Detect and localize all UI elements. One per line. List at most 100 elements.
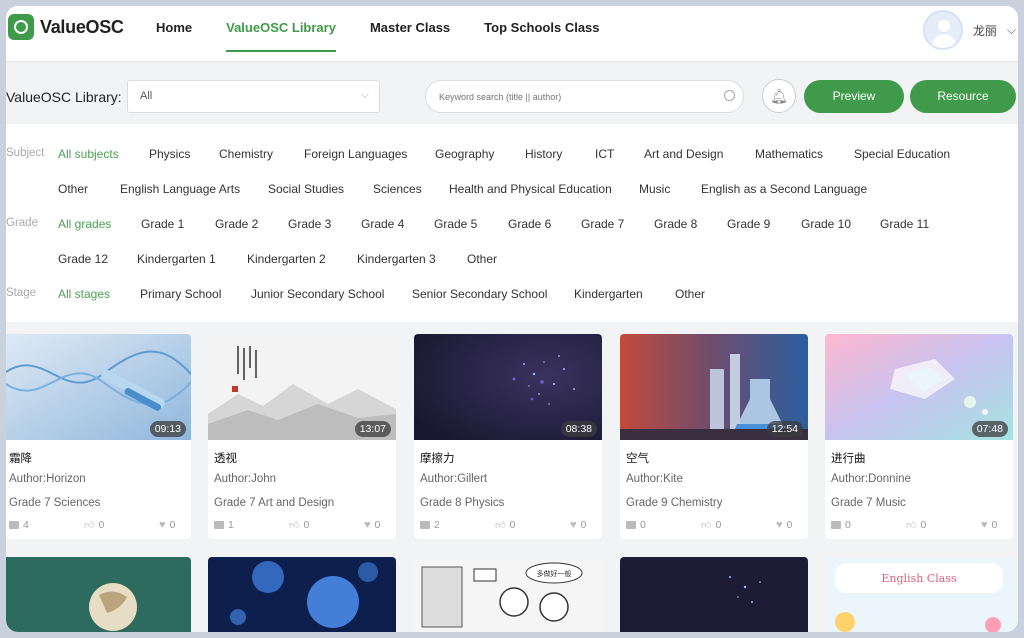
subject-filter-row-1: Subject All subjects Physics Chemistry F… [6, 138, 1018, 168]
heart-icon: ♥ [776, 519, 783, 531]
filter-subject-item[interactable]: All subjects [58, 147, 119, 161]
favorite-count[interactable]: ♥ 0 [159, 519, 175, 531]
search-input[interactable] [426, 81, 706, 112]
english-class-banner: English Class [881, 572, 957, 585]
avatar[interactable] [922, 10, 963, 50]
filter-subject-item[interactable]: Social Studies [268, 182, 344, 196]
favorite-count[interactable]: ♥ 0 [364, 519, 380, 531]
resource-card[interactable] [620, 557, 808, 632]
favorite-count[interactable]: ♥ 0 [776, 519, 792, 531]
like-count[interactable]: 👍︎ 0 [906, 519, 926, 531]
favorite-count[interactable]: ♥ 0 [570, 519, 586, 531]
video-thumbnail[interactable]: 12:54 [620, 334, 808, 440]
filter-stage-item[interactable]: Kindergarten [574, 287, 643, 301]
filter-grade-item[interactable]: Kindergarten 1 [137, 252, 216, 266]
nav-library[interactable]: ValueOSC Library [226, 6, 336, 52]
resource-card[interactable]: 08:38 摩擦力 Author:Gillert Grade 8 Physics… [414, 334, 602, 539]
card-grade-subject: Grade 7 Music [831, 497, 906, 509]
filter-grade-item[interactable]: Other [467, 252, 497, 266]
filter-stage-item[interactable]: Junior Secondary School [251, 287, 384, 301]
filter-subject-item[interactable]: English as a Second Language [701, 182, 867, 196]
filter-grade-item[interactable]: All grades [58, 217, 111, 231]
user-name[interactable]: 龙丽 [973, 22, 997, 39]
filter-grade-item[interactable]: Grade 8 [654, 217, 697, 231]
card-grade-subject: Grade 9 Chemistry [626, 497, 723, 509]
filter-subject-item[interactable]: Geography [435, 147, 494, 161]
filter-subject-item[interactable]: Physics [149, 147, 190, 161]
filter-stage-item[interactable]: Senior Secondary School [412, 287, 547, 301]
library-select[interactable]: All ⌵ [127, 80, 380, 113]
filter-subject-item[interactable]: Mathematics [755, 147, 823, 161]
resource-card[interactable]: 09:13 霜降 Author:Horizon Grade 7 Sciences… [6, 334, 191, 539]
filter-stage-item[interactable]: Primary School [140, 287, 221, 301]
filter-grade-item[interactable]: Grade 12 [58, 252, 108, 266]
bell-icon[interactable]: 🔔︎ [762, 79, 796, 113]
filter-subject-item[interactable]: Sciences [373, 182, 422, 196]
resource-card[interactable]: 07:48 进行曲 Author:Donnine Grade 7 Music 0… [825, 334, 1013, 539]
card-title[interactable]: 空气 [626, 450, 649, 466]
filter-grade-item[interactable]: Grade 3 [288, 217, 331, 231]
subject-label: Subject [6, 147, 45, 159]
nav-home[interactable]: Home [156, 6, 192, 62]
card-title[interactable]: 霜降 [9, 450, 32, 466]
card-title[interactable]: 进行曲 [831, 450, 866, 466]
resource-manage-button[interactable]: Resource manage [910, 80, 1016, 136]
resource-card[interactable] [6, 557, 191, 632]
card-stats: 2 👍︎ 0 ♥ 0 [420, 519, 596, 533]
filter-grade-item[interactable]: Grade 9 [727, 217, 770, 231]
video-thumbnail[interactable]: 08:38 [414, 334, 602, 440]
nav-master-class[interactable]: Master Class [370, 6, 450, 62]
filter-grade-item[interactable]: Kindergarten 2 [247, 252, 326, 266]
resource-card[interactable]: English Class [825, 557, 1013, 632]
video-thumbnail[interactable]: 13:07 [208, 334, 396, 440]
filter-grade-item[interactable]: Grade 2 [215, 217, 258, 231]
filter-subject-item[interactable]: Music [639, 182, 670, 196]
filter-grade-item[interactable]: Grade 4 [361, 217, 404, 231]
resource-card[interactable] [208, 557, 396, 632]
filter-subject-item[interactable]: Health and Physical Education [449, 182, 612, 196]
filter-grade-item[interactable]: Grade 7 [581, 217, 624, 231]
favorite-count[interactable]: ♥ 0 [981, 519, 997, 531]
filter-stage-item[interactable]: Other [675, 287, 705, 301]
card-title[interactable]: 摩擦力 [420, 450, 455, 466]
resource-card[interactable]: 多做好一般 [414, 557, 602, 632]
filter-panel: Subject All subjects Physics Chemistry F… [6, 124, 1018, 322]
filter-subject-item[interactable]: History [525, 147, 562, 161]
filter-subject-item[interactable]: English Language Arts [120, 182, 240, 196]
video-thumbnail[interactable]: 07:48 [825, 334, 1013, 440]
video-count: 0 [626, 519, 646, 531]
filter-grade-item[interactable]: Kindergarten 3 [357, 252, 436, 266]
search-box[interactable] [425, 80, 744, 113]
user-menu[interactable]: 龙丽 ⌵ [922, 10, 1018, 50]
filter-grade-item[interactable]: Grade 5 [434, 217, 477, 231]
resource-card[interactable]: 12:54 空气 Author:Kite Grade 9 Chemistry 0… [620, 334, 808, 539]
filter-subject-item[interactable]: Other [58, 182, 88, 196]
like-count[interactable]: 👍︎ 0 [289, 519, 309, 531]
filter-stage-item[interactable]: All stages [58, 287, 110, 301]
filter-subject-item[interactable]: Chemistry [219, 147, 273, 161]
preview-manage-button[interactable]: Preview manage [804, 80, 904, 136]
card-title[interactable]: 透视 [214, 450, 237, 466]
filter-grade-item[interactable]: Grade 6 [508, 217, 551, 231]
filter-grade-item[interactable]: Grade 11 [880, 217, 929, 231]
filter-grade-item[interactable]: Grade 10 [801, 217, 851, 231]
like-count[interactable]: 👍︎ 0 [701, 519, 721, 531]
like-count[interactable]: 👍︎ 0 [495, 519, 515, 531]
filter-subject-item[interactable]: Foreign Languages [304, 147, 407, 161]
resource-card[interactable]: 13:07 透视 Author:John Grade 7 Art and Des… [208, 334, 396, 539]
search-icon[interactable] [724, 90, 735, 101]
subject-filter-row-2: Other English Language Arts Social Studi… [6, 173, 1018, 203]
filter-subject-item[interactable]: ICT [595, 147, 614, 161]
logo[interactable]: ValueOSC [8, 14, 124, 40]
filter-grade-item[interactable]: Grade 1 [141, 217, 184, 231]
library-label: ValueOSC Library: [6, 89, 122, 105]
heart-icon: ♥ [159, 519, 166, 531]
filter-subject-item[interactable]: Special Education [854, 147, 950, 161]
video-thumbnail[interactable]: 09:13 [6, 334, 191, 440]
nav-top-schools-class[interactable]: Top Schools Class [484, 6, 599, 62]
like-count[interactable]: 👍︎ 0 [84, 519, 104, 531]
thumbnail-particles-image [620, 557, 808, 632]
card-stats: 0 👍︎ 0 ♥ 0 [626, 519, 802, 533]
filter-subject-item[interactable]: Art and Design [644, 147, 723, 161]
chevron-down-icon[interactable]: ⌵ [1007, 23, 1016, 38]
